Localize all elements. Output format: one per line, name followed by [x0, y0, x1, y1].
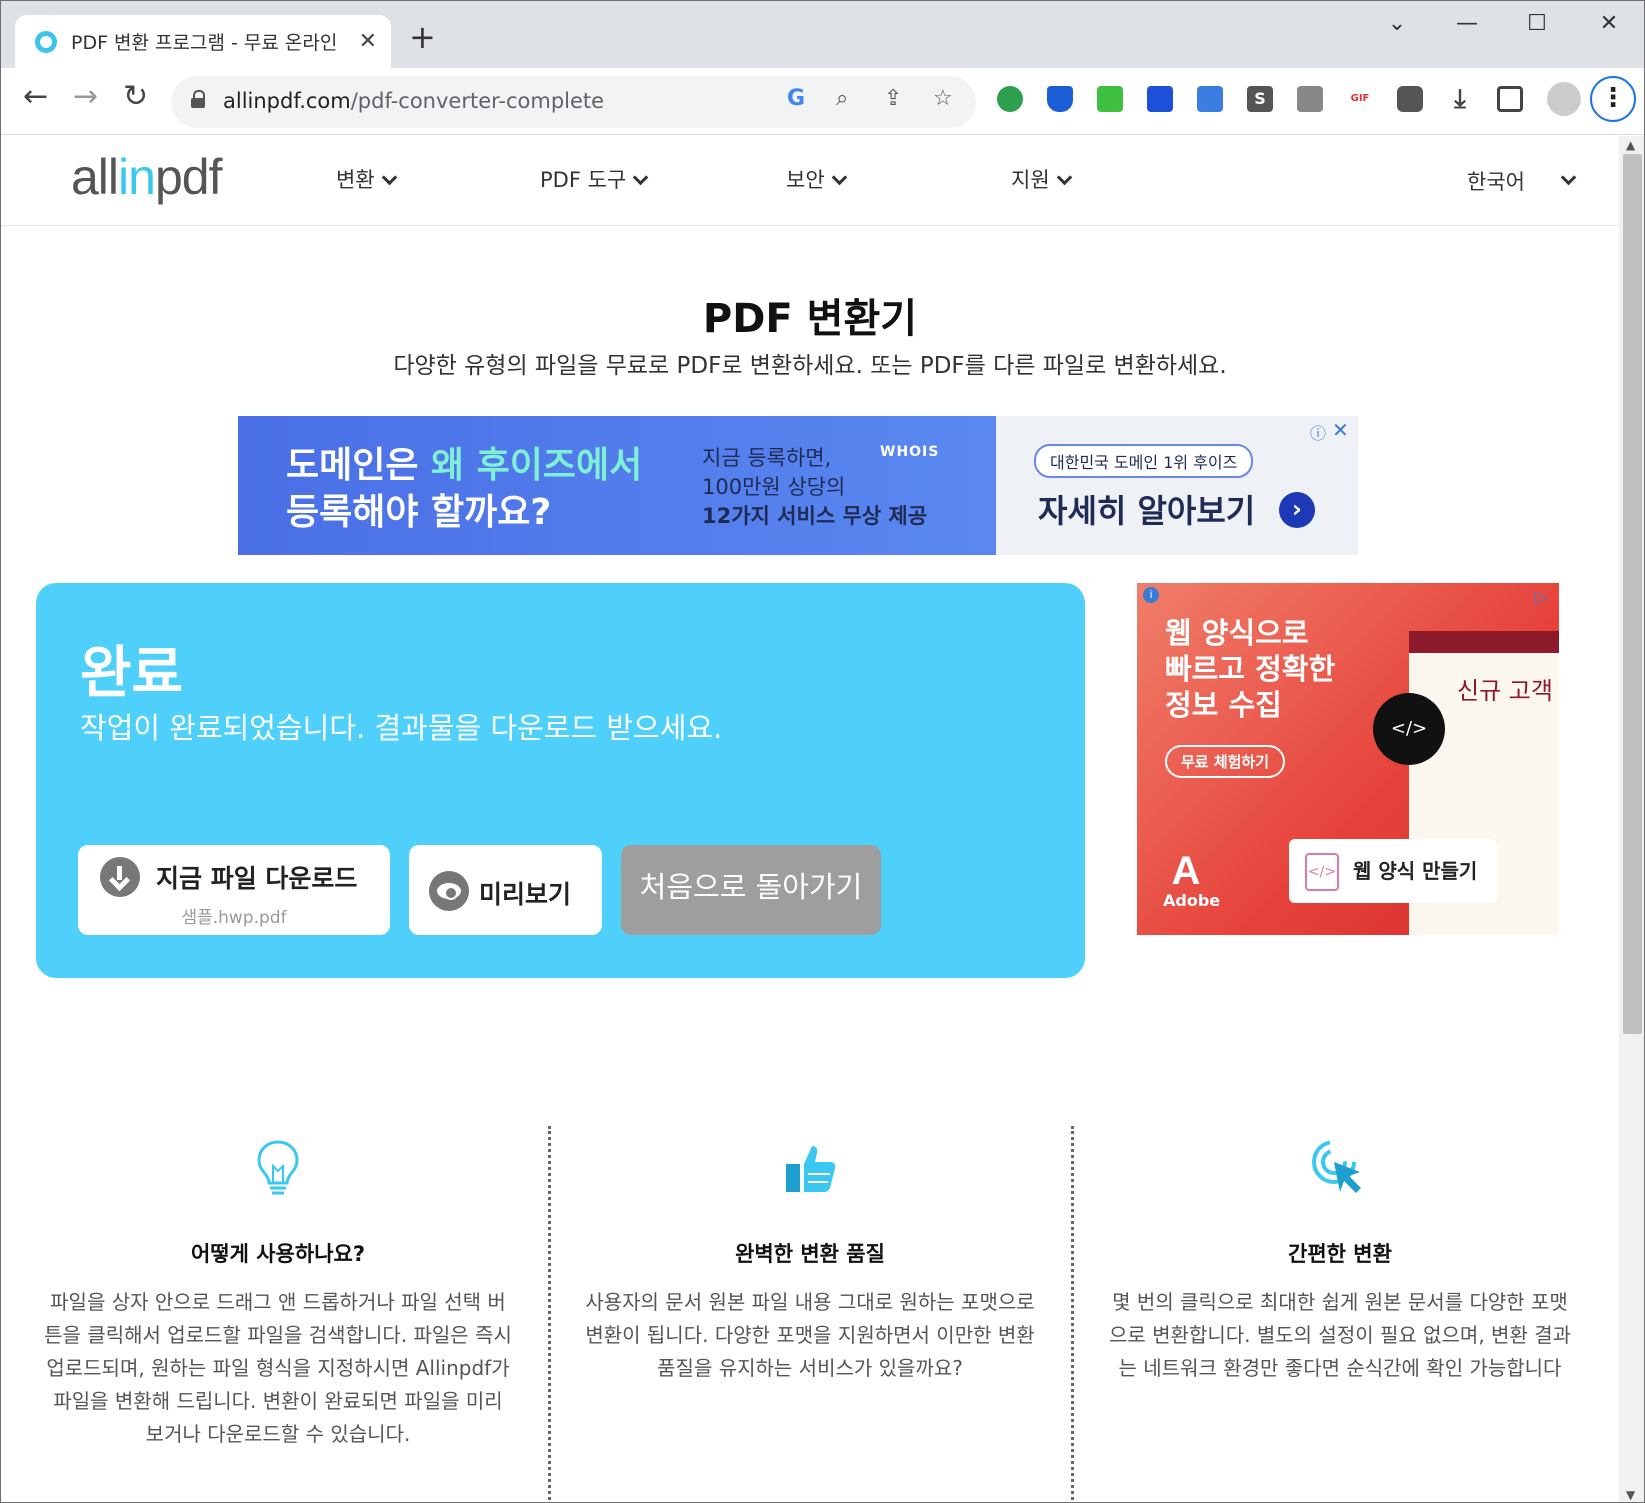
click-cursor-icon [1312, 1140, 1361, 1193]
scrollbar-thumb[interactable] [1623, 154, 1642, 1034]
lock-icon[interactable] [191, 90, 205, 108]
side-panel-icon[interactable] [1497, 86, 1523, 112]
side-ad-trial-button[interactable]: 무료 체험하기 [1165, 745, 1286, 778]
nav-pdf-tools[interactable]: PDF 도구 [540, 164, 649, 194]
minimize-button[interactable]: — [1447, 11, 1487, 36]
conversion-complete-panel: 완료 작업이 완료되었습니다. 결과물을 다운로드 받으세요. 지금 파일 다운… [36, 583, 1085, 978]
preview-button-label: 미리보기 [479, 880, 572, 909]
complete-message: 작업이 완료되었습니다. 결과물을 다운로드 받으세요. [80, 711, 723, 745]
side-ad-form-text: 신규 고객 [1457, 677, 1553, 705]
restart-button[interactable]: 처음으로 돌아가기 [621, 845, 881, 935]
feature-how-to-use: 어떻게 사용하나요? 파일을 상자 안으로 드래그 앤 드롭하거나 파일 선택 … [33, 1136, 523, 1451]
feature-title: 어떻게 사용하나요? [190, 1242, 366, 1266]
extension-s-icon[interactable]: S [1247, 86, 1273, 112]
site-logo[interactable]: allinpdf [71, 148, 222, 206]
nav-security[interactable]: 보안 [786, 164, 847, 194]
url-text[interactable]: allinpdf.com/pdf-converter-complete [223, 89, 604, 113]
extension-evernote-icon[interactable] [997, 86, 1023, 112]
bookmark-star-icon[interactable]: ☆ [933, 88, 953, 110]
share-icon[interactable]: ⇪ [884, 88, 902, 110]
feature-quality: 완벽한 변환 품질 사용자의 문서 원본 파일 내용 그대로 원하는 포맷으로 … [565, 1136, 1055, 1385]
complete-title: 완료 [80, 641, 184, 706]
eye-icon [429, 871, 469, 911]
download-icon[interactable]: ⤓ [1447, 86, 1473, 112]
ad-info-icon[interactable]: ⓘ [1310, 420, 1326, 444]
web-page: allinpdf 변환 PDF 도구 보안 지원 한국어 PDF 변환기 다양한… [1, 136, 1619, 1502]
forward-button[interactable]: → [73, 82, 98, 112]
profile-avatar[interactable] [1547, 82, 1581, 116]
browser-menu-button[interactable]: ⋮ [1590, 76, 1636, 122]
tab-close-icon[interactable]: ✕ [359, 30, 377, 53]
language-selector[interactable]: 한국어 [1467, 166, 1525, 196]
feature-description: 몇 번의 클릭으로 최대한 쉽게 원본 문서를 다양한 포맷으로 변환합니다. … [1108, 1290, 1572, 1380]
scroll-down-arrow-icon[interactable]: ▼ [1626, 1488, 1635, 1502]
ad-close-icon[interactable]: ✕ [1332, 418, 1349, 442]
reload-button[interactable]: ↻ [123, 82, 148, 112]
chevron-down-icon [1056, 169, 1072, 186]
thumbs-up-icon [786, 1146, 836, 1192]
site-header: allinpdf 변환 PDF 도구 보안 지원 한국어 [1, 136, 1619, 226]
extension-camera-blue-icon[interactable] [1197, 86, 1223, 112]
banner-ad-left[interactable]: 도메인은 왜 후이즈에서 등록해야 할까요? 지금 등록하면, 100만원 상당의 1… [238, 416, 996, 555]
download-filename: 샘플.hwp.pdf [181, 908, 287, 928]
side-ad-headline: 웹 양식으로 빠르고 정확한 정보 수집 [1165, 616, 1336, 722]
page-title: PDF 변환기 [702, 296, 918, 342]
feature-description: 파일을 상자 안으로 드래그 앤 드롭하거나 파일 선택 버튼을 클릭해서 업로… [44, 1290, 512, 1446]
chevron-down-icon [381, 169, 397, 186]
download-file-button[interactable]: 지금 파일 다운로드 샘플.hwp.pdf [78, 845, 390, 935]
preview-button[interactable]: 미리보기 [409, 845, 602, 935]
nav-support[interactable]: 지원 [1011, 164, 1072, 194]
extension-gif-icon[interactable]: GIF [1347, 86, 1373, 112]
address-bar[interactable]: allinpdf.com/pdf-converter-complete G ⌕ … [171, 76, 976, 128]
web-form-icon: </> [1305, 853, 1339, 891]
chevron-down-icon [831, 169, 847, 186]
google-g-icon[interactable]: G [787, 88, 805, 110]
banner-ad-right[interactable]: 대한민국 도메인 1위 후이즈 자세히 알아보기 › [996, 416, 1358, 555]
ad-info-icon[interactable]: i [1143, 587, 1159, 603]
page-scrollbar[interactable]: ▲ ▼ [1619, 136, 1644, 1502]
banner-ad-cta[interactable]: 자세히 알아보기 [1038, 486, 1255, 532]
banner-ad-badge: 대한민국 도메인 1위 후이즈 [1034, 444, 1254, 478]
nav-convert[interactable]: 변환 [336, 164, 397, 194]
feature-title: 간편한 변환 [1288, 1242, 1392, 1266]
chevron-down-icon [632, 169, 649, 186]
language-chevron-down-icon[interactable] [1560, 169, 1577, 186]
maximize-button[interactable]: ☐ [1517, 11, 1557, 36]
extensions-puzzle-icon[interactable] [1397, 86, 1423, 112]
feature-title: 완벽한 변환 품질 [735, 1242, 885, 1266]
extension-shield-icon[interactable] [1047, 86, 1073, 112]
feature-easy: 간편한 변환 몇 번의 클릭으로 최대한 쉽게 원본 문서를 다양한 포맷으로 … [1095, 1136, 1585, 1385]
tab-search-icon[interactable]: ⌄ [1377, 11, 1417, 36]
download-button-label: 지금 파일 다운로드 [156, 864, 358, 893]
code-icon: </> [1373, 693, 1445, 765]
extension-screen-icon[interactable] [1097, 86, 1123, 112]
adobe-logo: A Adobe [1163, 849, 1221, 910]
zoom-icon[interactable]: ⌕ [836, 88, 848, 110]
lightbulb-icon [257, 1140, 299, 1195]
browser-tab[interactable]: PDF 변환 프로그램 - 무료 온라인 ✕ [15, 15, 391, 68]
feature-divider [548, 1126, 551, 1502]
tab-strip: PDF 변환 프로그램 - 무료 온라인 ✕ + ⌄ — ☐ ✕ [1, 1, 1644, 68]
banner-ad-headline: 도메인은 왜 후이즈에서 등록해야 할까요? [286, 445, 643, 533]
browser-toolbar: ← → ↻ allinpdf.com/pdf-converter-complet… [1, 68, 1644, 135]
side-ad-form-header [1409, 631, 1559, 653]
page-subtitle: 다양한 유형의 파일을 무료로 PDF로 변환하세요. 또는 PDF를 다른 파… [393, 353, 1227, 379]
browser-window: PDF 변환 프로그램 - 무료 온라인 ✕ + ⌄ — ☐ ✕ ← → ↻ a… [0, 0, 1645, 1503]
extension-window-icon[interactable] [1147, 86, 1173, 112]
download-icon [100, 857, 140, 897]
feature-divider [1071, 1126, 1074, 1502]
feature-description: 사용자의 문서 원본 파일 내용 그대로 원하는 포맷으로 변환이 됩니다. 다… [585, 1290, 1035, 1380]
adchoices-icon[interactable]: ▷ [1535, 587, 1547, 606]
tab-title: PDF 변환 프로그램 - 무료 온라인 [71, 32, 338, 54]
back-button[interactable]: ← [23, 82, 48, 112]
arrow-right-icon[interactable]: › [1279, 492, 1315, 528]
new-tab-button[interactable]: + [409, 21, 436, 53]
site-favicon-icon [35, 30, 57, 53]
close-window-button[interactable]: ✕ [1589, 11, 1629, 36]
side-ad[interactable]: 신규 고객 웹 양식으로 빠르고 정확한 정보 수집 무료 체험하기 </> 웹 양… [1137, 583, 1559, 935]
scroll-up-arrow-icon[interactable]: ▲ [1626, 138, 1635, 152]
banner-ad-brand: WHOIS [880, 444, 940, 460]
extension-camera-icon[interactable] [1297, 86, 1323, 112]
banner-ad[interactable]: 도메인은 왜 후이즈에서 등록해야 할까요? 지금 등록하면, 100만원 상당의 1… [238, 416, 1358, 555]
